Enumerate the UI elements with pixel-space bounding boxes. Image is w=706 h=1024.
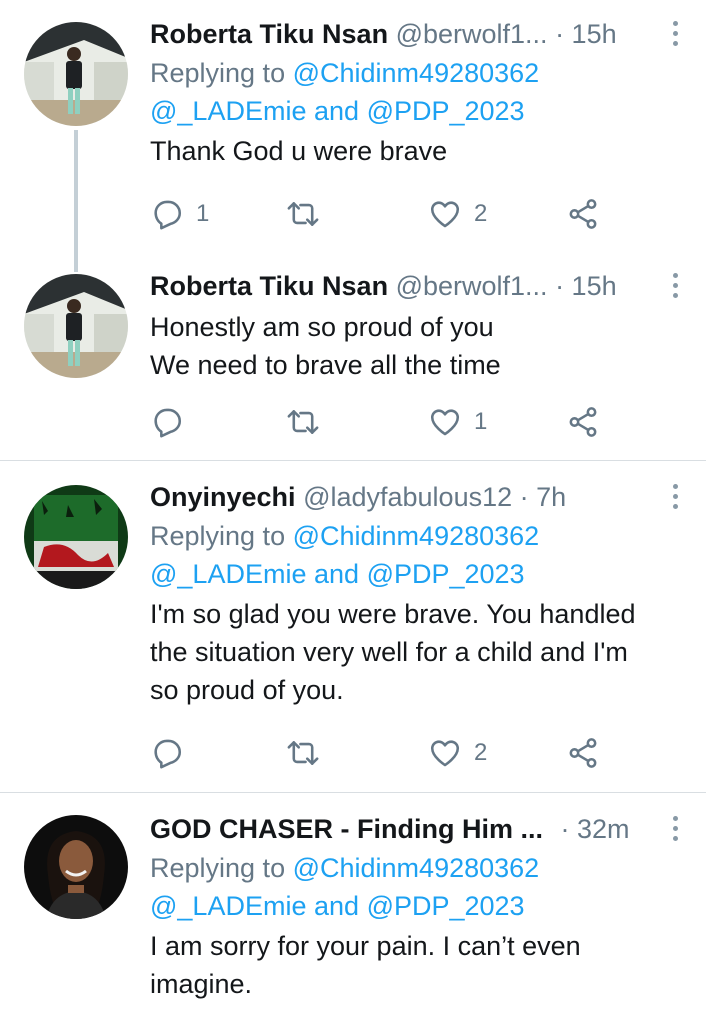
like-button[interactable]: 2 — [428, 733, 487, 773]
mention-link[interactable]: @_LADEmie — [150, 96, 306, 126]
avatar[interactable] — [24, 22, 128, 126]
mention-link[interactable]: @Chidinm49280362 — [293, 58, 540, 88]
retweet-icon — [286, 736, 320, 770]
tweet-2[interactable]: Roberta Tiku Nsan @berwolf1... · 15h Hon… — [0, 262, 706, 458]
tweet-timestamp[interactable]: · 32m — [561, 814, 630, 844]
mention-link[interactable]: @_LADEmie — [150, 559, 306, 589]
author-name[interactable]: GOD CHASER - Finding Him ... — [150, 814, 543, 844]
author-name[interactable]: Roberta Tiku Nsan — [150, 271, 388, 301]
replying-and: and — [313, 891, 360, 921]
more-vertical-icon[interactable] — [670, 270, 680, 302]
author-handle[interactable]: @berwolf1... — [396, 19, 548, 49]
tweet-4[interactable]: GOD CHASER - Finding Him ... · 32m Reply… — [0, 793, 706, 1024]
author-handle[interactable]: @berwolf1... — [396, 271, 548, 301]
mention-link[interactable]: @PDP_2023 — [367, 96, 525, 126]
heart-icon — [428, 405, 462, 439]
like-button[interactable]: 2 — [428, 194, 487, 234]
tweet-text-line: the situation very well for a child and … — [150, 637, 628, 667]
tweet-timestamp[interactable]: · 15h — [555, 19, 617, 49]
author-name[interactable]: Roberta Tiku Nsan — [150, 19, 388, 49]
more-vertical-icon[interactable] — [670, 481, 680, 513]
retweet-icon — [286, 405, 320, 439]
avatar[interactable] — [24, 485, 128, 589]
author-handle[interactable]: @ladyfabulous12 — [303, 482, 512, 512]
share-button[interactable] — [566, 733, 600, 773]
retweet-button[interactable] — [286, 194, 320, 234]
reply-icon — [150, 736, 184, 770]
tweet-text-line: I am sorry for your pain. I can’t even — [150, 931, 581, 961]
tweet-1[interactable]: Roberta Tiku Nsan @berwolf1... · 15h Rep… — [0, 0, 706, 250]
tweet-text-line: so proud of you. — [150, 675, 344, 705]
tweet-text: Thank God u were brave — [150, 132, 666, 170]
tweet-text: Honestly am so proud of you We need to b… — [150, 308, 666, 384]
tweet-text: I'm so glad you were brave. You handled … — [150, 595, 666, 709]
like-count: 2 — [474, 739, 488, 766]
replying-prefix: Replying to — [150, 58, 286, 88]
avatar[interactable] — [24, 815, 128, 919]
replying-prefix: Replying to — [150, 521, 286, 551]
tweet-timestamp[interactable]: · 7h — [520, 482, 567, 512]
reply-button[interactable]: 1 — [150, 194, 209, 234]
like-count: 2 — [474, 200, 488, 227]
reply-button[interactable] — [150, 733, 184, 773]
reply-button[interactable] — [150, 402, 184, 442]
reply-count: 1 — [196, 200, 210, 227]
mention-link[interactable]: @Chidinm49280362 — [293, 853, 540, 883]
replying-and: and — [313, 96, 360, 126]
share-icon — [566, 197, 600, 231]
share-icon — [566, 736, 600, 770]
share-button[interactable] — [566, 194, 600, 234]
tweet-text: I am sorry for your pain. I can’t even i… — [150, 927, 666, 1003]
more-vertical-icon[interactable] — [670, 18, 680, 50]
heart-icon — [428, 197, 462, 231]
share-button[interactable] — [566, 402, 600, 442]
retweet-button[interactable] — [286, 402, 320, 442]
reply-icon — [150, 197, 184, 231]
tweet-text-line: imagine. — [150, 969, 253, 999]
retweet-button[interactable] — [286, 733, 320, 773]
avatar[interactable] — [24, 274, 128, 378]
mention-link[interactable]: @PDP_2023 — [367, 559, 525, 589]
retweet-icon — [286, 197, 320, 231]
mention-link[interactable]: @Chidinm49280362 — [293, 521, 540, 551]
tweet-text-line: We need to brave all the time — [150, 350, 501, 380]
more-vertical-icon[interactable] — [670, 813, 680, 845]
tweet-text-line: Thank God u were brave — [150, 136, 448, 166]
replying-to: Replying to @Chidinm49280362 @_LADEmie a… — [150, 54, 666, 130]
replying-prefix: Replying to — [150, 853, 286, 883]
mention-link[interactable]: @PDP_2023 — [367, 891, 525, 921]
author-name[interactable]: Onyinyechi — [150, 482, 296, 512]
reply-icon — [150, 405, 184, 439]
like-button[interactable]: 1 — [428, 402, 487, 442]
like-count: 1 — [474, 408, 488, 435]
tweet-timestamp[interactable]: · 15h — [555, 271, 617, 301]
mention-link[interactable]: @_LADEmie — [150, 891, 306, 921]
replying-to: Replying to @Chidinm49280362 @_LADEmie a… — [150, 849, 666, 925]
heart-icon — [428, 736, 462, 770]
replying-to: Replying to @Chidinm49280362 @_LADEmie a… — [150, 517, 666, 593]
tweet-text-line: I'm so glad you were brave. You handled — [150, 599, 636, 629]
tweet-text-line: Honestly am so proud of you — [150, 312, 494, 342]
replying-and: and — [313, 559, 360, 589]
tweet-3[interactable]: Onyinyechi @ladyfabulous12 · 7h Replying… — [0, 461, 706, 791]
share-icon — [566, 405, 600, 439]
